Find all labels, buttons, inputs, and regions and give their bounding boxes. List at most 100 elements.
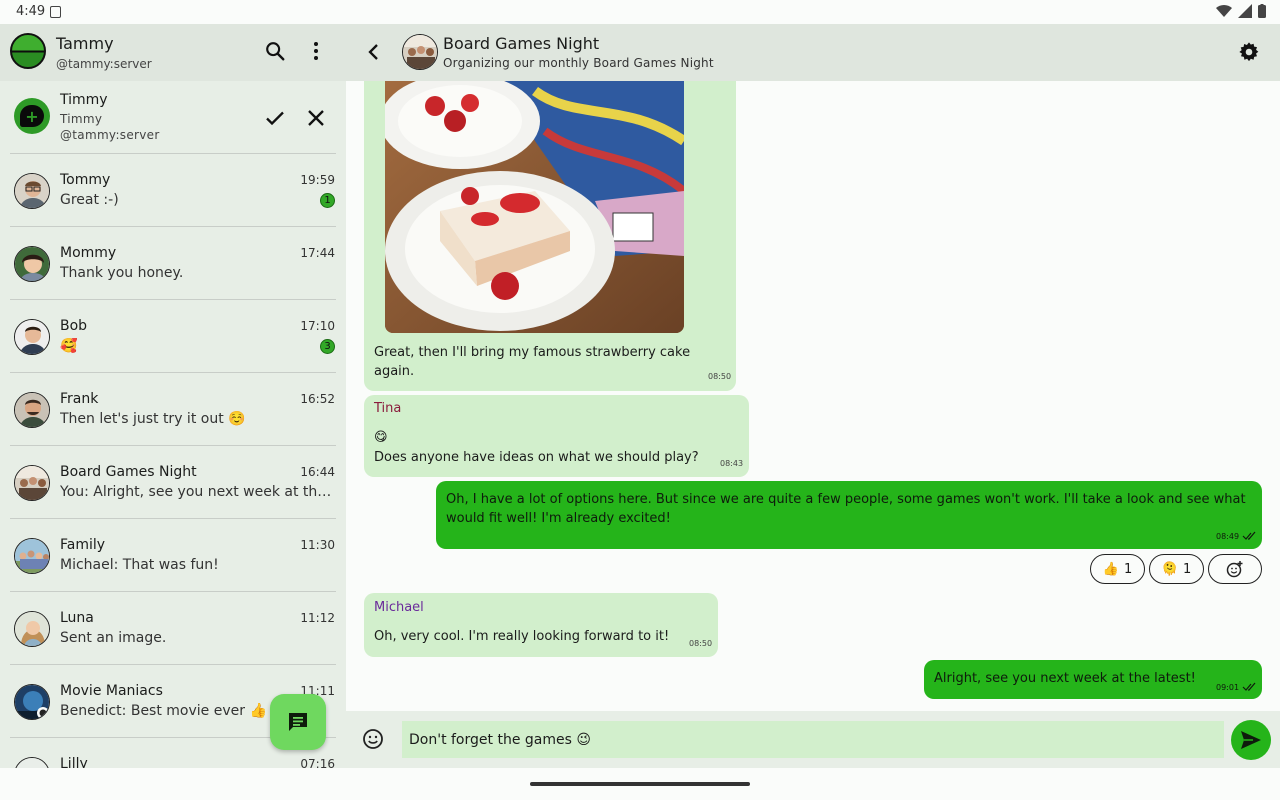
chat-name: Family [60,537,106,553]
sender-name: Tina [374,401,402,416]
message-time: 08:50 [689,639,713,648]
signal-icon [1238,4,1252,18]
reaction-count: 1 [1182,561,1192,577]
message-text: Great, then I'll bring my famous strawbe… [374,345,691,379]
chat-item-family[interactable]: Family Michael: That was fun! 11:30 [0,519,346,592]
message-emoji: 😋 [374,430,388,445]
home-gesture-handle[interactable] [530,782,750,786]
app-window: 4:49 Tammy @tammy:server + Timmy Timmy @… [0,0,1280,800]
unread-badge: 1 [320,193,335,208]
chat-name: Lilly [60,756,88,768]
chat-name: Board Games Night [60,464,197,480]
avatar [14,684,50,720]
message-text: Oh, I have a lot of options here. But si… [446,492,1246,526]
chat-last-message: Then let's just try it out ☺️ [60,411,246,427]
back-icon[interactable] [364,42,384,62]
chat-item-frank[interactable]: Frank Then let's just try it out ☺️ 16:5… [0,373,346,446]
chat-last-message: Thank you honey. [60,265,184,281]
chat-item-bob[interactable]: Bob 🥰 17:10 3 [0,300,346,373]
message-bubble[interactable]: Michael Oh, very cool. I'm really lookin… [364,593,718,657]
chat-time: 16:52 [300,392,335,406]
read-receipt-icon [1242,531,1256,540]
chat-last-message: 🥰 [60,338,78,354]
chat-time: 11:30 [300,538,335,552]
chat-name: Bob [60,318,88,334]
unread-badge: 3 [320,339,335,354]
avatar [14,392,50,428]
reaction-emoji: 🫠 [1161,561,1178,577]
chat-time: 16:44 [300,465,335,479]
avatar [14,611,50,647]
message-time: 08:49 [1216,532,1240,541]
message-bubble[interactable]: Great, then I'll bring my famous strawbe… [364,81,736,391]
screenshot-icon [50,6,61,18]
avatar [14,757,50,768]
room-avatar[interactable] [402,34,438,70]
avatar [14,173,50,209]
add-reaction-button[interactable] [1208,554,1262,584]
battery-icon [1258,4,1266,18]
more-vert-icon[interactable] [306,40,326,62]
message-time: 09:01 [1216,683,1240,692]
chat-item-tommy[interactable]: Tommy Great :-) 19:59 1 [0,154,346,227]
chat-time: 07:16 [300,757,335,768]
account-avatar[interactable] [10,33,46,69]
chat-name: Luna [60,610,94,626]
reaction-thumbs-up[interactable]: 👍 1 [1090,554,1145,584]
search-icon[interactable] [264,40,286,62]
message-timeline: Great, then I'll bring my famous strawbe… [346,81,1280,711]
invite-id: @tammy:server [60,128,160,142]
wifi-icon [1216,4,1232,18]
avatar [14,465,50,501]
reaction-melting[interactable]: 🫠 1 [1149,554,1204,584]
message-text: Oh, very cool. I'm really looking forwar… [374,629,670,644]
chat-last-message: Great :-) [60,192,119,208]
invite-subtitle: Timmy [60,112,103,126]
new-chat-button[interactable] [270,694,326,750]
status-time: 4:49 [16,4,46,19]
room-topic: Organizing our monthly Board Games Night [443,56,714,70]
chat-item-luna[interactable]: Luna Sent an image. 11:12 [0,592,346,665]
message-time: 08:50 [708,372,732,381]
avatar [14,538,50,574]
message-time: 08:43 [720,459,744,468]
chat-last-message: Michael: That was fun! [60,557,219,573]
chat-name: Mommy [60,245,117,261]
avatar [14,246,50,282]
message-bubble-own[interactable]: Oh, I have a lot of options here. But si… [436,481,1262,549]
chat-time: 17:10 [300,319,335,333]
reaction-count: 1 [1123,561,1133,577]
check-icon[interactable] [262,105,288,131]
chat-item-mommy[interactable]: Mommy Thank you honey. 17:44 [0,227,346,300]
emoji-icon[interactable] [362,728,384,750]
chat-time: 11:12 [300,611,335,625]
invite-item[interactable]: + Timmy Timmy @tammy:server [0,81,346,154]
close-icon[interactable] [303,105,329,131]
message-input[interactable] [402,721,1224,758]
reaction-emoji: 👍 [1102,561,1119,577]
account-name: Tammy [56,34,114,53]
send-button[interactable] [1231,720,1271,760]
chat-icon [289,713,307,731]
message-bubble-own[interactable]: Alright, see you next week at the latest… [924,660,1262,699]
image-content [385,81,684,333]
chat-view: Board Games Night Organizing our monthly… [346,24,1280,768]
navigation-bar [0,768,1280,800]
chat-item-board-games-night[interactable]: Board Games Night You: Alright, see you … [0,446,346,519]
account-id: @tammy:server [56,57,152,71]
chat-name: Movie Maniacs [60,683,163,699]
gear-icon[interactable] [1238,41,1260,63]
room-name: Board Games Night [443,34,600,53]
add-reaction-icon [1226,561,1243,578]
chat-last-message: Sent an image. [60,630,167,646]
cake-image[interactable] [385,81,684,333]
account-header: Tammy @tammy:server [0,24,346,81]
status-bar: 4:49 [0,0,1280,24]
invite-name: Timmy [60,92,108,108]
chat-name: Tommy [60,172,111,188]
message-composer [346,711,1280,768]
message-text: Does anyone have ideas on what we should… [374,450,699,465]
message-bubble[interactable]: Tina 😋 Does anyone have ideas on what we… [364,395,749,477]
invite-avatar: + [14,98,50,134]
send-icon [1241,731,1261,749]
